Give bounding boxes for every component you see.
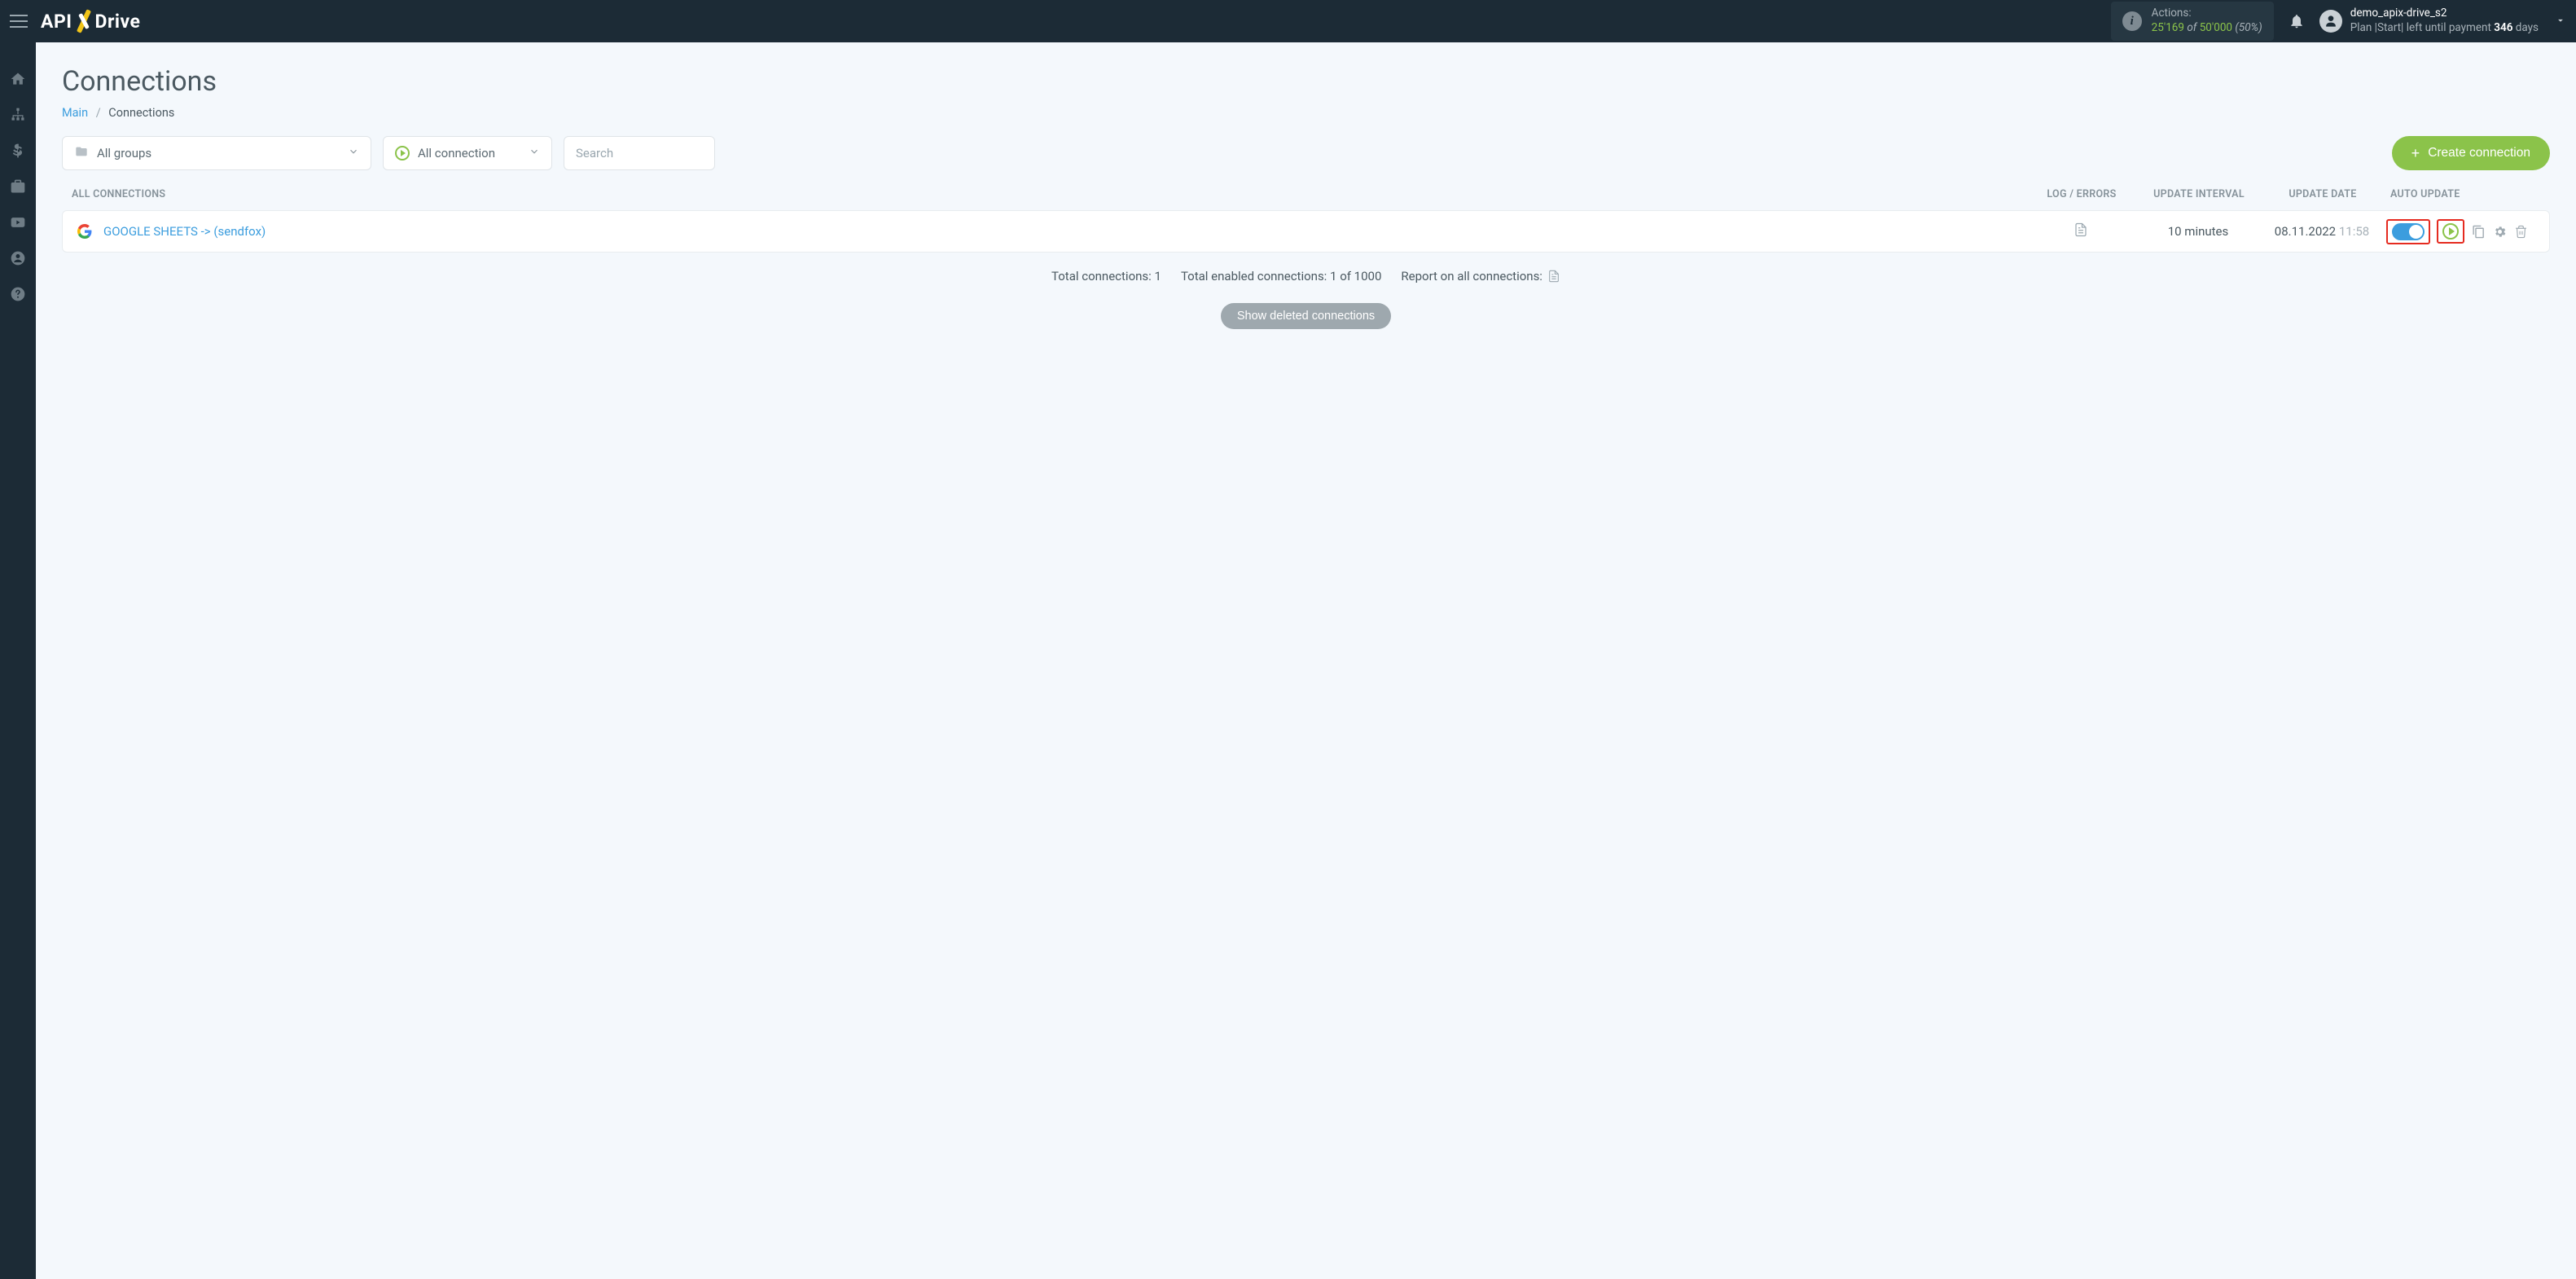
chevron-down-icon [2555, 14, 2566, 29]
highlight-run [2437, 219, 2464, 244]
sidebar-billing[interactable] [9, 142, 27, 160]
topbar-left: API Drive [10, 11, 140, 33]
cell-log[interactable] [2026, 222, 2135, 241]
breadcrumb-main[interactable]: Main [62, 106, 88, 120]
create-label: Create connection [2428, 146, 2530, 160]
sidebar-connections[interactable] [9, 106, 27, 124]
sidebar [0, 42, 36, 1279]
main: Connections Main / Connections All group… [36, 42, 2576, 1279]
bell-icon[interactable] [2289, 13, 2305, 29]
th-log: LOG / ERRORS [2027, 188, 2136, 200]
plan-suffix: days [2516, 21, 2539, 34]
info-icon: i [2122, 11, 2142, 31]
sidebar-home[interactable] [9, 70, 27, 88]
cell-auto [2383, 219, 2546, 244]
auto-update-toggle[interactable] [2392, 223, 2425, 240]
cell-interval: 10 minutes [2135, 224, 2261, 239]
avatar-icon [2319, 10, 2342, 33]
summary-report-label: Report on all connections: [1401, 269, 1543, 283]
actions-used: 25'169 [2152, 21, 2184, 34]
plan-days: 346 [2494, 21, 2512, 34]
connection-status-dropdown[interactable]: All connection [383, 136, 552, 170]
cell-name: GOOGLE SHEETS -> (sendfox) [66, 224, 2026, 239]
chevron-down-icon [529, 146, 540, 160]
summary-row: Total connections: 1 Total enabled conne… [62, 269, 2550, 283]
username: demo_apix-drive_s2 [2350, 7, 2539, 21]
play-circle-icon [395, 146, 410, 160]
actions-box[interactable]: i Actions: 25'169 of 50'000 (50%) [2111, 2, 2274, 40]
groups-label: All groups [97, 146, 151, 160]
th-interval: UPDATE INTERVAL [2136, 188, 2262, 200]
sidebar-help[interactable] [9, 285, 27, 303]
logo[interactable]: API Drive [41, 11, 140, 33]
plus-icon: + [2411, 145, 2420, 162]
actions-of: of [2187, 21, 2196, 34]
highlight-toggle [2386, 219, 2430, 244]
summary-report[interactable]: Report on all connections: [1401, 269, 1560, 283]
google-icon [77, 224, 92, 239]
chevron-down-icon [348, 146, 359, 160]
topbar-right: i Actions: 25'169 of 50'000 (50%) demo_a… [2111, 2, 2566, 40]
time-part: 11:58 [2339, 224, 2369, 239]
sidebar-video[interactable] [9, 213, 27, 231]
conn-label: All connection [418, 146, 495, 160]
th-auto: AUTO UPDATE [2384, 188, 2547, 200]
breadcrumb: Main / Connections [62, 106, 2550, 120]
actions-pct: (50%) [2235, 21, 2262, 34]
sidebar-tools[interactable] [9, 178, 27, 196]
table-header: ALL CONNECTIONS LOG / ERRORS UPDATE INTE… [62, 188, 2550, 210]
breadcrumb-sep: / [96, 106, 101, 120]
sidebar-account[interactable] [9, 249, 27, 267]
cell-date: 08.11.2022 11:58 [2261, 224, 2383, 239]
user-text: demo_apix-drive_s2 Plan |Start| left unt… [2350, 7, 2539, 35]
menu-toggle[interactable] [10, 15, 28, 28]
search-placeholder: Search [576, 146, 613, 160]
th-date: UPDATE DATE [2262, 188, 2384, 200]
logo-post: Drive [95, 11, 141, 33]
folder-icon [74, 145, 89, 161]
actions-total: 50'000 [2200, 21, 2232, 34]
groups-dropdown[interactable]: All groups [62, 136, 371, 170]
date-part: 08.11.2022 [2275, 224, 2336, 239]
topbar: API Drive i Actions: 25'169 of 50'000 (5… [0, 0, 2576, 42]
show-deleted-button[interactable]: Show deleted connections [1221, 303, 1391, 329]
create-connection-button[interactable]: + Create connection [2392, 136, 2550, 170]
body: Connections Main / Connections All group… [0, 42, 2576, 1279]
summary-enabled: Total enabled connections: 1 of 1000 [1181, 269, 1381, 283]
summary-total: Total connections: 1 [1051, 269, 1161, 283]
table-row: GOOGLE SHEETS -> (sendfox) 10 minutes 08… [62, 210, 2550, 253]
logo-x-icon [74, 11, 94, 31]
copy-button[interactable] [2471, 225, 2486, 239]
document-icon [1547, 269, 1560, 283]
user-menu[interactable]: demo_apix-drive_s2 Plan |Start| left unt… [2319, 7, 2566, 35]
logo-pre: API [41, 11, 72, 33]
search-input[interactable]: Search [564, 136, 715, 170]
th-name: ALL CONNECTIONS [65, 188, 2027, 200]
plan-prefix: Plan |Start| left until payment [2350, 21, 2491, 34]
connection-link[interactable]: GOOGLE SHEETS -> (sendfox) [103, 224, 265, 239]
settings-button[interactable] [2492, 225, 2507, 239]
actions-label: Actions: [2152, 7, 2262, 21]
delete-button[interactable] [2513, 225, 2528, 239]
actions-text: Actions: 25'169 of 50'000 (50%) [2152, 7, 2262, 35]
breadcrumb-current: Connections [108, 106, 174, 120]
run-button[interactable] [2442, 223, 2459, 240]
page-title: Connections [62, 65, 2550, 98]
controls-row: All groups All connection Search + Creat… [62, 136, 2550, 170]
document-icon [2074, 222, 2088, 238]
